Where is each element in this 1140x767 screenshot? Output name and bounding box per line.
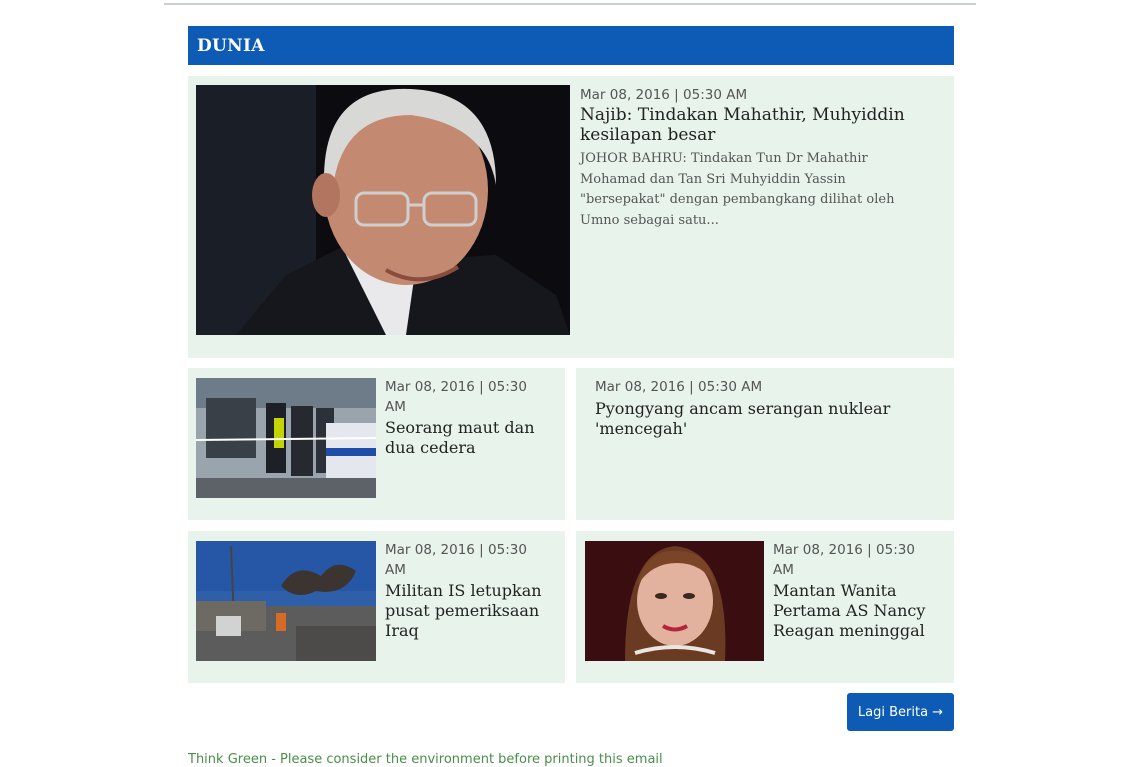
article-date: Mar 08, 2016 | 05:30 AM [385,379,527,415]
featured-image[interactable] [196,85,570,335]
article-headline[interactable]: Seorang maut dan dua cedera [385,418,555,458]
section-title: DUNIA [197,35,265,56]
section-header: DUNIA [188,26,954,65]
top-divider [164,3,976,5]
article-card[interactable]: Mar 08, 2016 | 05:30 AM Mantan Wanita Pe… [576,531,954,683]
more-news-button[interactable]: Lagi Berita → [847,693,954,731]
article-headline[interactable]: Militan IS letupkan pusat pemeriksaan Ir… [385,581,555,641]
article-card[interactable]: Mar 08, 2016 | 05:30 AM Seorang maut dan… [188,368,565,520]
featured-article[interactable]: Mar 08, 2016 | 05:30 AM Najib: Tindakan … [188,76,954,358]
article-date: Mar 08, 2016 | 05:30 AM [773,542,915,578]
article-date: Mar 08, 2016 | 05:30 AM [595,379,763,395]
article-image[interactable] [196,378,376,498]
article-headline[interactable]: Pyongyang ancam serangan nuklear 'menceg… [595,399,935,439]
featured-date: Mar 08, 2016 | 05:30 AM [580,87,748,103]
featured-headline[interactable]: Najib: Tindakan Mahathir, Muhyiddin kesi… [580,105,930,145]
article-image[interactable] [585,541,764,661]
article-image[interactable] [196,541,376,661]
article-card[interactable]: Mar 08, 2016 | 05:30 AM Pyongyang ancam … [576,368,954,520]
featured-excerpt: JOHOR BAHRU: Tindakan Tun Dr Mahathir Mo… [580,151,895,228]
article-headline[interactable]: Mantan Wanita Pertama AS Nancy Reagan me… [773,581,943,641]
article-card[interactable]: Mar 08, 2016 | 05:30 AM Militan IS letup… [188,531,565,683]
article-date: Mar 08, 2016 | 05:30 AM [385,542,527,578]
